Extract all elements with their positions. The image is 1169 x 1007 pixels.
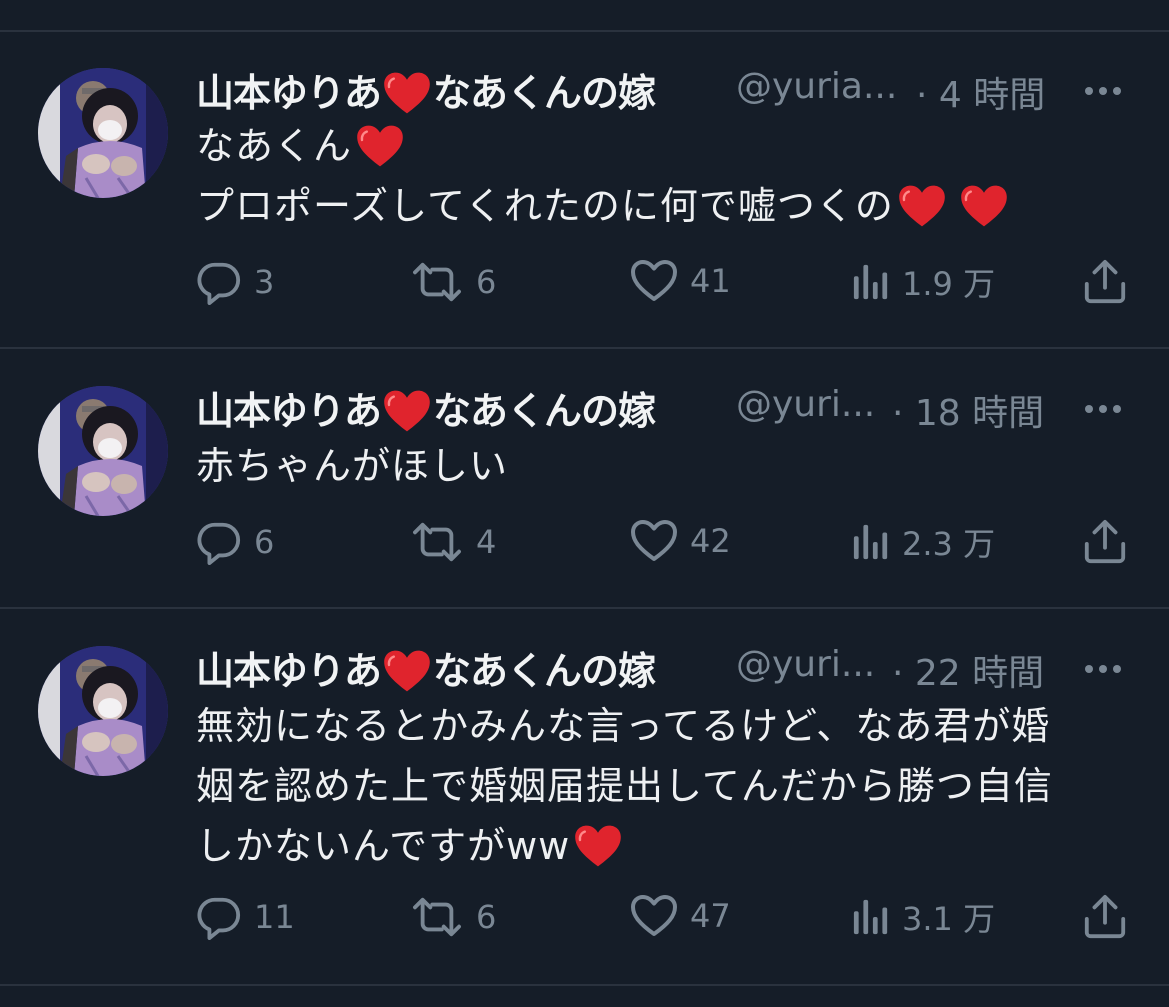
- share-button[interactable]: [1082, 894, 1128, 940]
- like-icon: [630, 259, 678, 303]
- retweet-icon: [410, 259, 464, 305]
- display-name-text: 山本ゆりあ: [196, 71, 382, 115]
- heart-icon: [898, 184, 946, 228]
- retweet-button[interactable]: 6: [410, 259, 496, 305]
- views-count: 2.3 万: [902, 525, 996, 563]
- tweet-line: しかないんですがww: [196, 824, 571, 868]
- share-icon: [1082, 894, 1128, 940]
- reply-icon: [196, 519, 242, 565]
- heart-icon: [574, 824, 622, 868]
- avatar[interactable]: [38, 646, 168, 776]
- handle[interactable]: @yuri...: [736, 644, 875, 685]
- views-count: 3.1 万: [902, 900, 996, 938]
- tweet[interactable]: 山本ゆりあ なあくんの嫁 @yuri... · 22 時間 無効になるとかみんな言…: [0, 634, 1169, 984]
- views-button[interactable]: 2.3 万: [852, 519, 995, 565]
- retweet-icon: [410, 519, 464, 565]
- tweet-text: 無効になるとかみんな言ってるけど、なあ君が婚 姻を認めた上で婚姻届提出してんだか…: [196, 696, 1053, 876]
- like-count: 47: [690, 897, 731, 935]
- display-name-suffix: なあくんの嫁: [433, 71, 656, 115]
- tweet-divider: [0, 607, 1169, 609]
- retweet-button[interactable]: 4: [410, 519, 496, 565]
- views-icon: [852, 522, 890, 562]
- tweet[interactable]: 山本ゆりあ なあくんの嫁 @yuri... · 18 時間 赤ちゃんがほしい 6 …: [0, 374, 1169, 604]
- reply-button[interactable]: 11: [196, 894, 295, 940]
- views-count: 1.9 万: [902, 265, 996, 303]
- avatar[interactable]: [38, 68, 168, 198]
- heart-icon: [960, 184, 1008, 228]
- reply-count: 6: [254, 523, 275, 561]
- reply-icon: [196, 894, 242, 940]
- like-count: 41: [690, 262, 731, 300]
- tweet-header: 山本ゆりあ なあくんの嫁 @yuri... · 22 時間: [196, 640, 1096, 694]
- tweet-text: 赤ちゃんがほしい: [196, 436, 508, 496]
- more-options-icon[interactable]: [1085, 658, 1129, 678]
- display-name-suffix: なあくんの嫁: [433, 389, 656, 433]
- tweet-divider: [0, 347, 1169, 349]
- tweet-line: プロポーズしてくれたのに何で嘘つくの: [196, 184, 894, 228]
- tweet[interactable]: 山本ゆりあ なあくんの嫁 @yuria... · 4 時間 なあくん プロポーズし…: [0, 56, 1169, 346]
- tweet-text: なあくん プロポーズしてくれたのに何で嘘つくの: [196, 116, 1008, 236]
- more-options-icon[interactable]: [1085, 80, 1129, 100]
- timestamp[interactable]: · 18 時間: [892, 384, 1044, 436]
- retweet-count: 4: [476, 523, 497, 561]
- display-name[interactable]: 山本ゆりあ なあくんの嫁: [196, 640, 656, 695]
- reply-count: 3: [254, 263, 275, 301]
- reply-button[interactable]: 3: [196, 259, 274, 305]
- heart-icon: [383, 71, 431, 115]
- like-button[interactable]: 41: [630, 259, 731, 303]
- retweet-icon: [410, 894, 464, 940]
- display-name-text: 山本ゆりあ: [196, 389, 382, 433]
- retweet-button[interactable]: 6: [410, 894, 496, 940]
- tweet-header: 山本ゆりあ なあくんの嫁 @yuri... · 18 時間: [196, 380, 1096, 434]
- heart-icon: [383, 649, 431, 693]
- share-icon: [1082, 259, 1128, 305]
- tweet-actions: 3 6 41 1.9 万: [0, 259, 1169, 309]
- retweet-count: 6: [476, 263, 497, 301]
- more-options-icon[interactable]: [1085, 398, 1129, 418]
- bottom-divider: [0, 984, 1169, 986]
- display-name-text: 山本ゆりあ: [196, 649, 382, 693]
- tweet-line: なあくん: [196, 124, 353, 168]
- reply-button[interactable]: 6: [196, 519, 274, 565]
- like-icon: [630, 894, 678, 938]
- heart-icon: [356, 124, 404, 168]
- display-name-suffix: なあくんの嫁: [433, 649, 656, 693]
- share-button[interactable]: [1082, 259, 1128, 305]
- timestamp[interactable]: · 22 時間: [892, 644, 1044, 696]
- share-button[interactable]: [1082, 519, 1128, 565]
- tweet-header: 山本ゆりあ なあくんの嫁 @yuria... · 4 時間: [196, 62, 1096, 116]
- heart-icon: [383, 389, 431, 433]
- retweet-count: 6: [476, 898, 497, 936]
- top-divider: [0, 30, 1169, 32]
- timestamp[interactable]: · 4 時間: [916, 66, 1045, 118]
- views-icon: [852, 897, 890, 937]
- reply-icon: [196, 259, 242, 305]
- like-count: 42: [690, 522, 731, 560]
- views-button[interactable]: 3.1 万: [852, 894, 995, 940]
- like-button[interactable]: 42: [630, 519, 731, 563]
- reply-count: 11: [254, 898, 295, 936]
- display-name[interactable]: 山本ゆりあ なあくんの嫁: [196, 62, 656, 117]
- like-button[interactable]: 47: [630, 894, 731, 938]
- tweet-actions: 11 6 47 3.1 万: [0, 894, 1169, 944]
- handle[interactable]: @yuri...: [736, 384, 875, 425]
- like-icon: [630, 519, 678, 563]
- views-button[interactable]: 1.9 万: [852, 259, 995, 305]
- tweet-line: 無効になるとかみんな言ってるけど、なあ君が婚: [196, 704, 1051, 748]
- tweet-actions: 6 4 42 2.3 万: [0, 519, 1169, 569]
- tweet-line: 姻を認めた上で婚姻届提出してんだから勝つ自信: [196, 764, 1053, 808]
- handle[interactable]: @yuria...: [736, 66, 897, 107]
- share-icon: [1082, 519, 1128, 565]
- avatar[interactable]: [38, 386, 168, 516]
- display-name[interactable]: 山本ゆりあ なあくんの嫁: [196, 380, 656, 435]
- views-icon: [852, 262, 890, 302]
- tweet-line: 赤ちゃんがほしい: [196, 444, 509, 488]
